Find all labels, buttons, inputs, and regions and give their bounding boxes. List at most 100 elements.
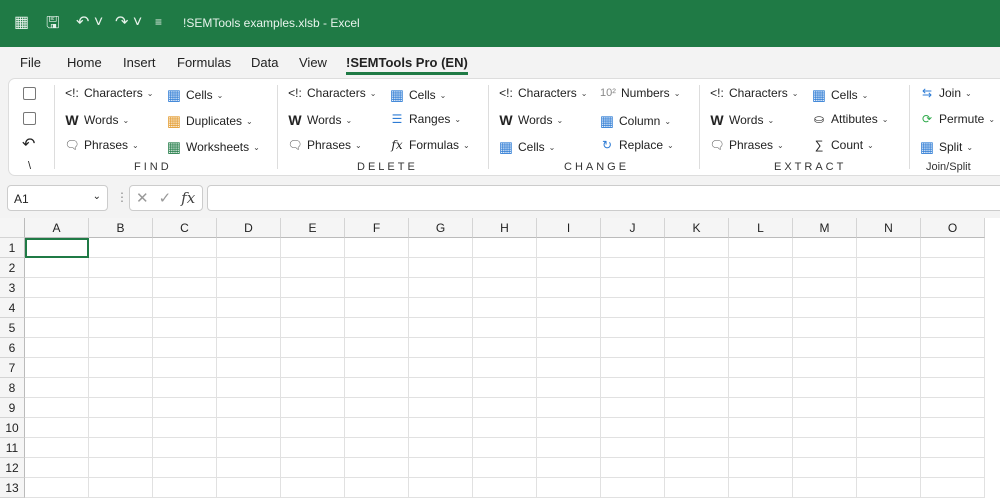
cell[interactable] <box>89 478 153 498</box>
cell[interactable] <box>89 238 153 258</box>
column-header[interactable]: B <box>89 218 153 238</box>
cell[interactable] <box>217 378 281 398</box>
cell[interactable] <box>217 478 281 498</box>
tab-insert[interactable]: Insert <box>123 55 156 70</box>
extract-phrases-button[interactable]: 🗨 Phrases ⌄ <box>709 138 783 152</box>
cell[interactable] <box>601 398 665 418</box>
tab-formulas[interactable]: Formulas <box>177 55 231 70</box>
change-replace-button[interactable]: ↻ Replace ⌄ <box>599 138 674 152</box>
cell[interactable] <box>345 278 409 298</box>
cell[interactable] <box>25 338 89 358</box>
undo-icon[interactable]: ↶ ˅ <box>76 12 103 32</box>
cell[interactable] <box>921 458 985 478</box>
cell[interactable] <box>409 358 473 378</box>
cell[interactable] <box>665 478 729 498</box>
cell[interactable] <box>25 478 89 498</box>
delete-characters-button[interactable]: <!: Characters ⌄ <box>287 86 376 100</box>
cell[interactable] <box>153 318 217 338</box>
tab-view[interactable]: View <box>299 55 327 70</box>
cell[interactable] <box>665 298 729 318</box>
find-cells-button[interactable]: ▦ Cells ⌄ <box>166 86 223 104</box>
cell[interactable] <box>857 418 921 438</box>
cell[interactable] <box>89 338 153 358</box>
cell[interactable] <box>25 318 89 338</box>
delete-ranges-button[interactable]: ☰ Ranges ⌄ <box>389 112 461 126</box>
change-cells-button[interactable]: ▦ Cells ⌄ <box>498 138 555 156</box>
cell[interactable] <box>729 458 793 478</box>
cell[interactable] <box>921 278 985 298</box>
cell[interactable] <box>857 278 921 298</box>
cell[interactable] <box>729 358 793 378</box>
cell[interactable] <box>25 378 89 398</box>
cell[interactable] <box>89 438 153 458</box>
cell[interactable] <box>217 238 281 258</box>
cell[interactable] <box>473 418 537 438</box>
cell[interactable] <box>729 278 793 298</box>
cell[interactable] <box>601 278 665 298</box>
cell[interactable] <box>345 438 409 458</box>
cell[interactable] <box>89 458 153 478</box>
cell[interactable] <box>601 238 665 258</box>
cell[interactable] <box>409 438 473 458</box>
checkbox-icon[interactable] <box>23 112 36 125</box>
cell[interactable] <box>409 398 473 418</box>
cell[interactable] <box>89 318 153 338</box>
extract-count-button[interactable]: ∑ Count ⌄ <box>811 138 874 152</box>
cell[interactable] <box>921 378 985 398</box>
column-header[interactable]: G <box>409 218 473 238</box>
cell[interactable] <box>345 398 409 418</box>
cell[interactable] <box>857 438 921 458</box>
cell[interactable] <box>409 478 473 498</box>
cell[interactable] <box>473 278 537 298</box>
cell[interactable] <box>345 478 409 498</box>
row-header[interactable]: 6 <box>0 338 25 358</box>
column-header[interactable]: C <box>153 218 217 238</box>
cell[interactable] <box>537 398 601 418</box>
cell[interactable] <box>409 298 473 318</box>
cell[interactable] <box>793 438 857 458</box>
insert-function-icon[interactable]: fx <box>181 189 195 207</box>
cell[interactable] <box>281 278 345 298</box>
cell[interactable] <box>793 398 857 418</box>
tab-file[interactable]: File <box>20 55 41 70</box>
cell[interactable] <box>281 398 345 418</box>
cell[interactable] <box>857 238 921 258</box>
cell[interactable] <box>345 378 409 398</box>
row-header[interactable]: 13 <box>0 478 25 498</box>
cell[interactable] <box>153 418 217 438</box>
cell[interactable] <box>601 358 665 378</box>
cell[interactable] <box>25 418 89 438</box>
delete-formulas-button[interactable]: fx Formulas ⌄ <box>389 138 469 152</box>
cell[interactable] <box>281 358 345 378</box>
cell[interactable] <box>601 478 665 498</box>
cell[interactable] <box>857 298 921 318</box>
cell[interactable] <box>409 318 473 338</box>
cell[interactable] <box>25 298 89 318</box>
cell[interactable] <box>281 478 345 498</box>
cell[interactable] <box>729 478 793 498</box>
cell[interactable] <box>793 318 857 338</box>
checkbox-icon[interactable] <box>23 87 36 100</box>
cell[interactable] <box>153 458 217 478</box>
cell[interactable] <box>345 318 409 338</box>
cell[interactable] <box>857 338 921 358</box>
cell[interactable] <box>665 358 729 378</box>
cell[interactable] <box>281 318 345 338</box>
cell[interactable] <box>217 438 281 458</box>
cell[interactable] <box>473 338 537 358</box>
cell[interactable] <box>281 378 345 398</box>
column-header[interactable]: L <box>729 218 793 238</box>
cell[interactable] <box>921 298 985 318</box>
redo-icon[interactable]: ↷ ˅ <box>115 12 142 32</box>
cell[interactable] <box>921 238 985 258</box>
cell[interactable] <box>921 438 985 458</box>
cell[interactable] <box>729 398 793 418</box>
column-header[interactable]: F <box>345 218 409 238</box>
cell[interactable] <box>473 238 537 258</box>
cell[interactable] <box>409 338 473 358</box>
cell[interactable] <box>409 418 473 438</box>
cell[interactable] <box>25 278 89 298</box>
cell[interactable] <box>473 398 537 418</box>
chevron-down-icon[interactable]: ⌄ <box>93 191 101 202</box>
cell[interactable] <box>217 258 281 278</box>
